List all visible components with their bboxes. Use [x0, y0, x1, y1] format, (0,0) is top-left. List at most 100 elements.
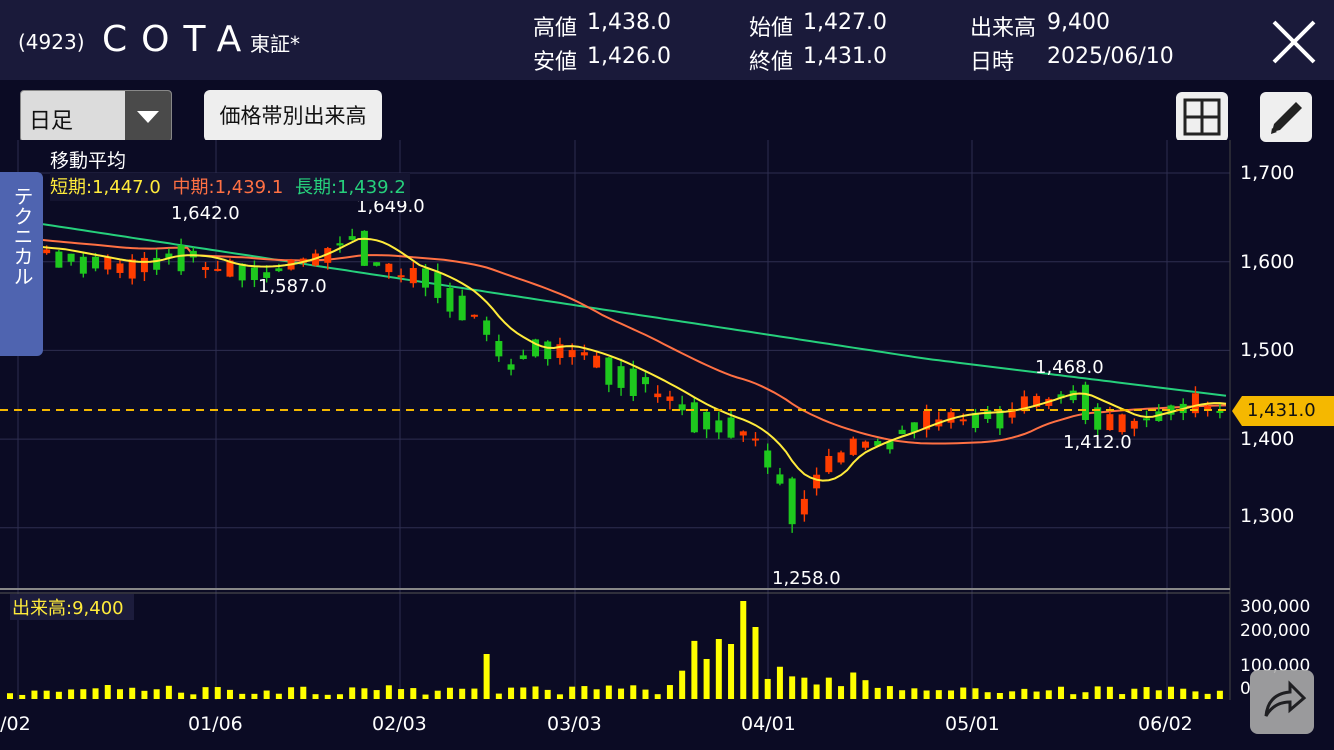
volume-bar — [630, 685, 637, 699]
volume-bar — [373, 690, 380, 699]
candle-body — [544, 341, 552, 360]
candle-body — [1118, 414, 1126, 433]
volume-bar — [948, 690, 955, 699]
x-tick-3: 02/03 — [372, 713, 427, 735]
volume-bar — [593, 689, 600, 699]
volume-bar — [911, 688, 918, 699]
candle-body — [751, 438, 759, 441]
volume-bar — [483, 654, 490, 699]
candle-body — [202, 267, 210, 270]
annotation-low-3: 1,258.0 — [772, 568, 841, 589]
volume-bar — [275, 693, 282, 699]
candle-body — [104, 257, 112, 270]
candle-body — [898, 429, 906, 435]
ma-legend-title: 移動平均 — [50, 150, 127, 172]
volume-bar — [239, 693, 246, 699]
volume-bar — [1204, 693, 1211, 699]
candle-body — [641, 377, 649, 385]
candle-body — [788, 478, 796, 525]
volume-bar — [410, 688, 417, 699]
volume-bar — [984, 692, 991, 699]
candle-body — [373, 262, 381, 266]
candle-body — [580, 352, 588, 356]
volume-bar — [972, 688, 979, 699]
candle-body — [79, 256, 87, 274]
volume-bar — [178, 692, 185, 699]
candle-body — [861, 441, 869, 448]
x-tick-7: 06/02 — [1138, 713, 1193, 735]
volume-legend: 出来高:9,400 — [10, 594, 134, 620]
chevron-down-icon — [125, 91, 171, 141]
candle-body — [43, 249, 51, 254]
y-tick-1300: 1,300 — [1240, 505, 1294, 527]
high-value: 1,438.0 — [587, 10, 671, 35]
ma-long-value: 長期:1,439.2 — [295, 177, 406, 198]
volume-bar — [300, 686, 307, 699]
candle-body — [116, 263, 124, 273]
candle-body — [690, 402, 698, 433]
annotation-low-2: 1,412.0 — [1063, 432, 1132, 453]
candle-body — [434, 272, 442, 298]
x-tick-6: 05/01 — [945, 713, 1000, 735]
candle-body — [189, 250, 197, 258]
y-tick-1700: 1,700 — [1240, 162, 1294, 184]
price-chart[interactable]: 1,700 1,600 1,500 1,400 1,300 1,642.0 1,… — [0, 140, 1334, 750]
layout-grid-icon[interactable] — [1176, 92, 1228, 142]
volume-bar — [544, 689, 551, 699]
volume-bar — [764, 678, 771, 699]
volume-bar — [899, 690, 906, 699]
volume-bar — [43, 690, 50, 699]
candle-body — [422, 268, 430, 288]
share-icon[interactable] — [1250, 670, 1314, 734]
technical-tab[interactable]: テクニカル — [0, 172, 43, 356]
candle-body — [1106, 414, 1114, 431]
volume-bar — [336, 694, 343, 699]
volume-bar — [141, 690, 148, 699]
volume-bar — [679, 670, 686, 699]
x-tick-5: 04/01 — [741, 713, 796, 735]
volume-bar — [80, 689, 87, 699]
candle-body — [776, 474, 784, 484]
candle-body — [336, 243, 344, 246]
candle-body — [275, 268, 283, 272]
volume-bar — [825, 677, 832, 699]
volume-bar — [886, 686, 893, 699]
volume-bar — [422, 694, 429, 699]
close-label: 終値 — [749, 50, 794, 75]
volume-bar — [31, 690, 38, 699]
volume-bar — [1180, 688, 1187, 699]
low-label: 安値 — [533, 50, 578, 75]
volume-bar — [1155, 690, 1162, 699]
volume-bar — [850, 672, 857, 699]
candle-body — [764, 450, 772, 468]
volume-bar — [520, 687, 527, 699]
stock-code: (4923) — [18, 30, 85, 54]
volume-bar — [813, 684, 820, 699]
candle-body — [813, 474, 821, 489]
candle-body — [849, 438, 857, 455]
candle-body — [507, 364, 515, 370]
volume-bar — [1168, 686, 1175, 699]
candle-body — [92, 256, 100, 269]
volume-bar — [715, 639, 722, 699]
volume-bar — [838, 686, 845, 699]
pencil-icon[interactable] — [1260, 92, 1312, 142]
candle-body — [238, 263, 246, 281]
volume-bar — [1094, 686, 1101, 699]
volume-bar — [923, 690, 930, 699]
volume-profile-button[interactable]: 価格帯別出来高 — [204, 90, 382, 142]
volume-bar — [1082, 692, 1089, 699]
volume-bar — [654, 694, 661, 699]
volume-bar — [226, 689, 233, 699]
period-dropdown[interactable]: 日足 — [20, 90, 172, 142]
close-icon[interactable] — [1268, 18, 1320, 66]
candle-body — [519, 355, 527, 359]
volume-bar — [1106, 686, 1113, 699]
candle-body — [483, 320, 491, 335]
volume-bar — [1033, 691, 1040, 699]
volume-bar — [801, 677, 808, 699]
candle-body — [495, 341, 503, 357]
close-value: 1,431.0 — [803, 44, 887, 69]
current-price-value: 1,431.0 — [1247, 400, 1316, 421]
volume-bar — [251, 693, 258, 699]
